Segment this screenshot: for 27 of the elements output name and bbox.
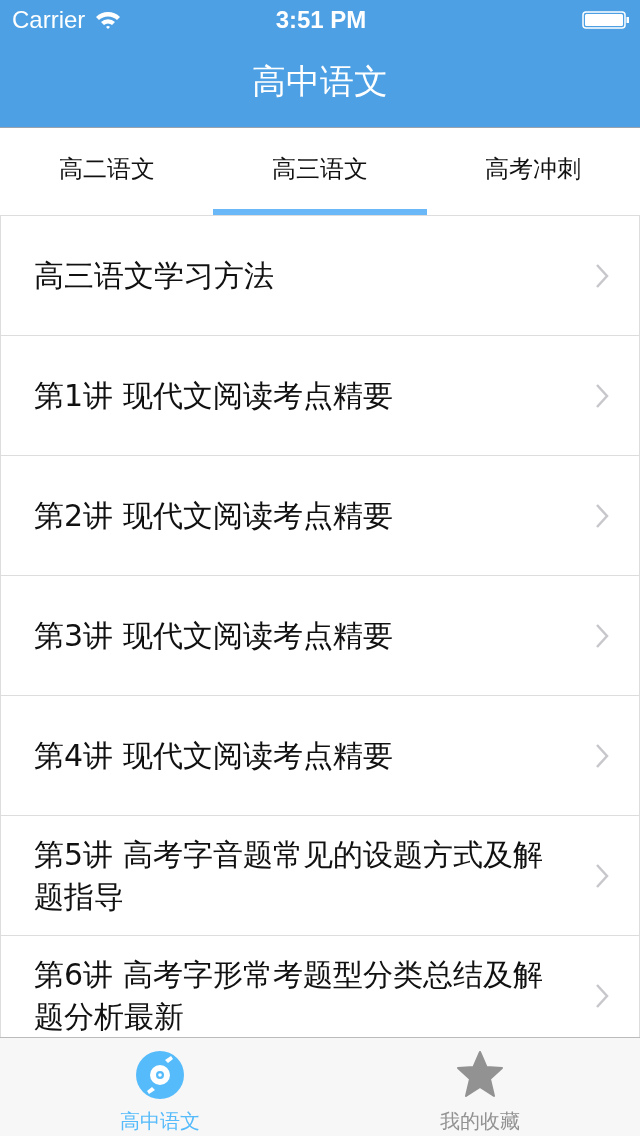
status-time: 3:51 PM: [275, 6, 367, 34]
chevron-icon: [595, 622, 609, 649]
chevron-icon: [595, 982, 609, 1009]
chevron-icon: [595, 502, 609, 529]
list-row[interactable]: 第3讲 现代文阅读考点精要: [1, 576, 639, 696]
star-icon: [455, 1050, 505, 1100]
list-row[interactable]: 高三语文学习方法: [1, 216, 639, 336]
battery-icon: [582, 10, 630, 30]
list-row[interactable]: 第2讲 现代文阅读考点精要: [1, 456, 639, 576]
row-title: 第5讲 高考字音题常见的设题方式及解题指导: [34, 835, 544, 916]
chevron-icon: [595, 262, 609, 289]
list-row[interactable]: 第5讲 高考字音题常见的设题方式及解题指导: [1, 816, 639, 936]
list-row[interactable]: 第4讲 现代文阅读考点精要: [1, 696, 639, 816]
row-title: 第1讲 现代文阅读考点精要: [34, 376, 394, 415]
chevron-icon: [595, 862, 609, 889]
row-title: 第3讲 现代文阅读考点精要: [34, 616, 394, 655]
chevron-icon: [595, 382, 609, 409]
wifi-icon: [95, 10, 122, 30]
carrier-label: Carrier: [12, 6, 86, 34]
row-title: 第6讲 高考字形常考题型分类总结及解题分析最新: [34, 955, 544, 1036]
disc-icon: [135, 1050, 185, 1100]
chevron-icon: [595, 742, 609, 769]
nav-title: 高中语文: [252, 59, 388, 103]
list-row[interactable]: 第1讲 现代文阅读考点精要: [1, 336, 639, 456]
row-title: 第2讲 现代文阅读考点精要: [34, 496, 394, 535]
row-title: 第4讲 现代文阅读考点精要: [34, 736, 394, 775]
row-title: 高三语文学习方法: [34, 256, 275, 295]
